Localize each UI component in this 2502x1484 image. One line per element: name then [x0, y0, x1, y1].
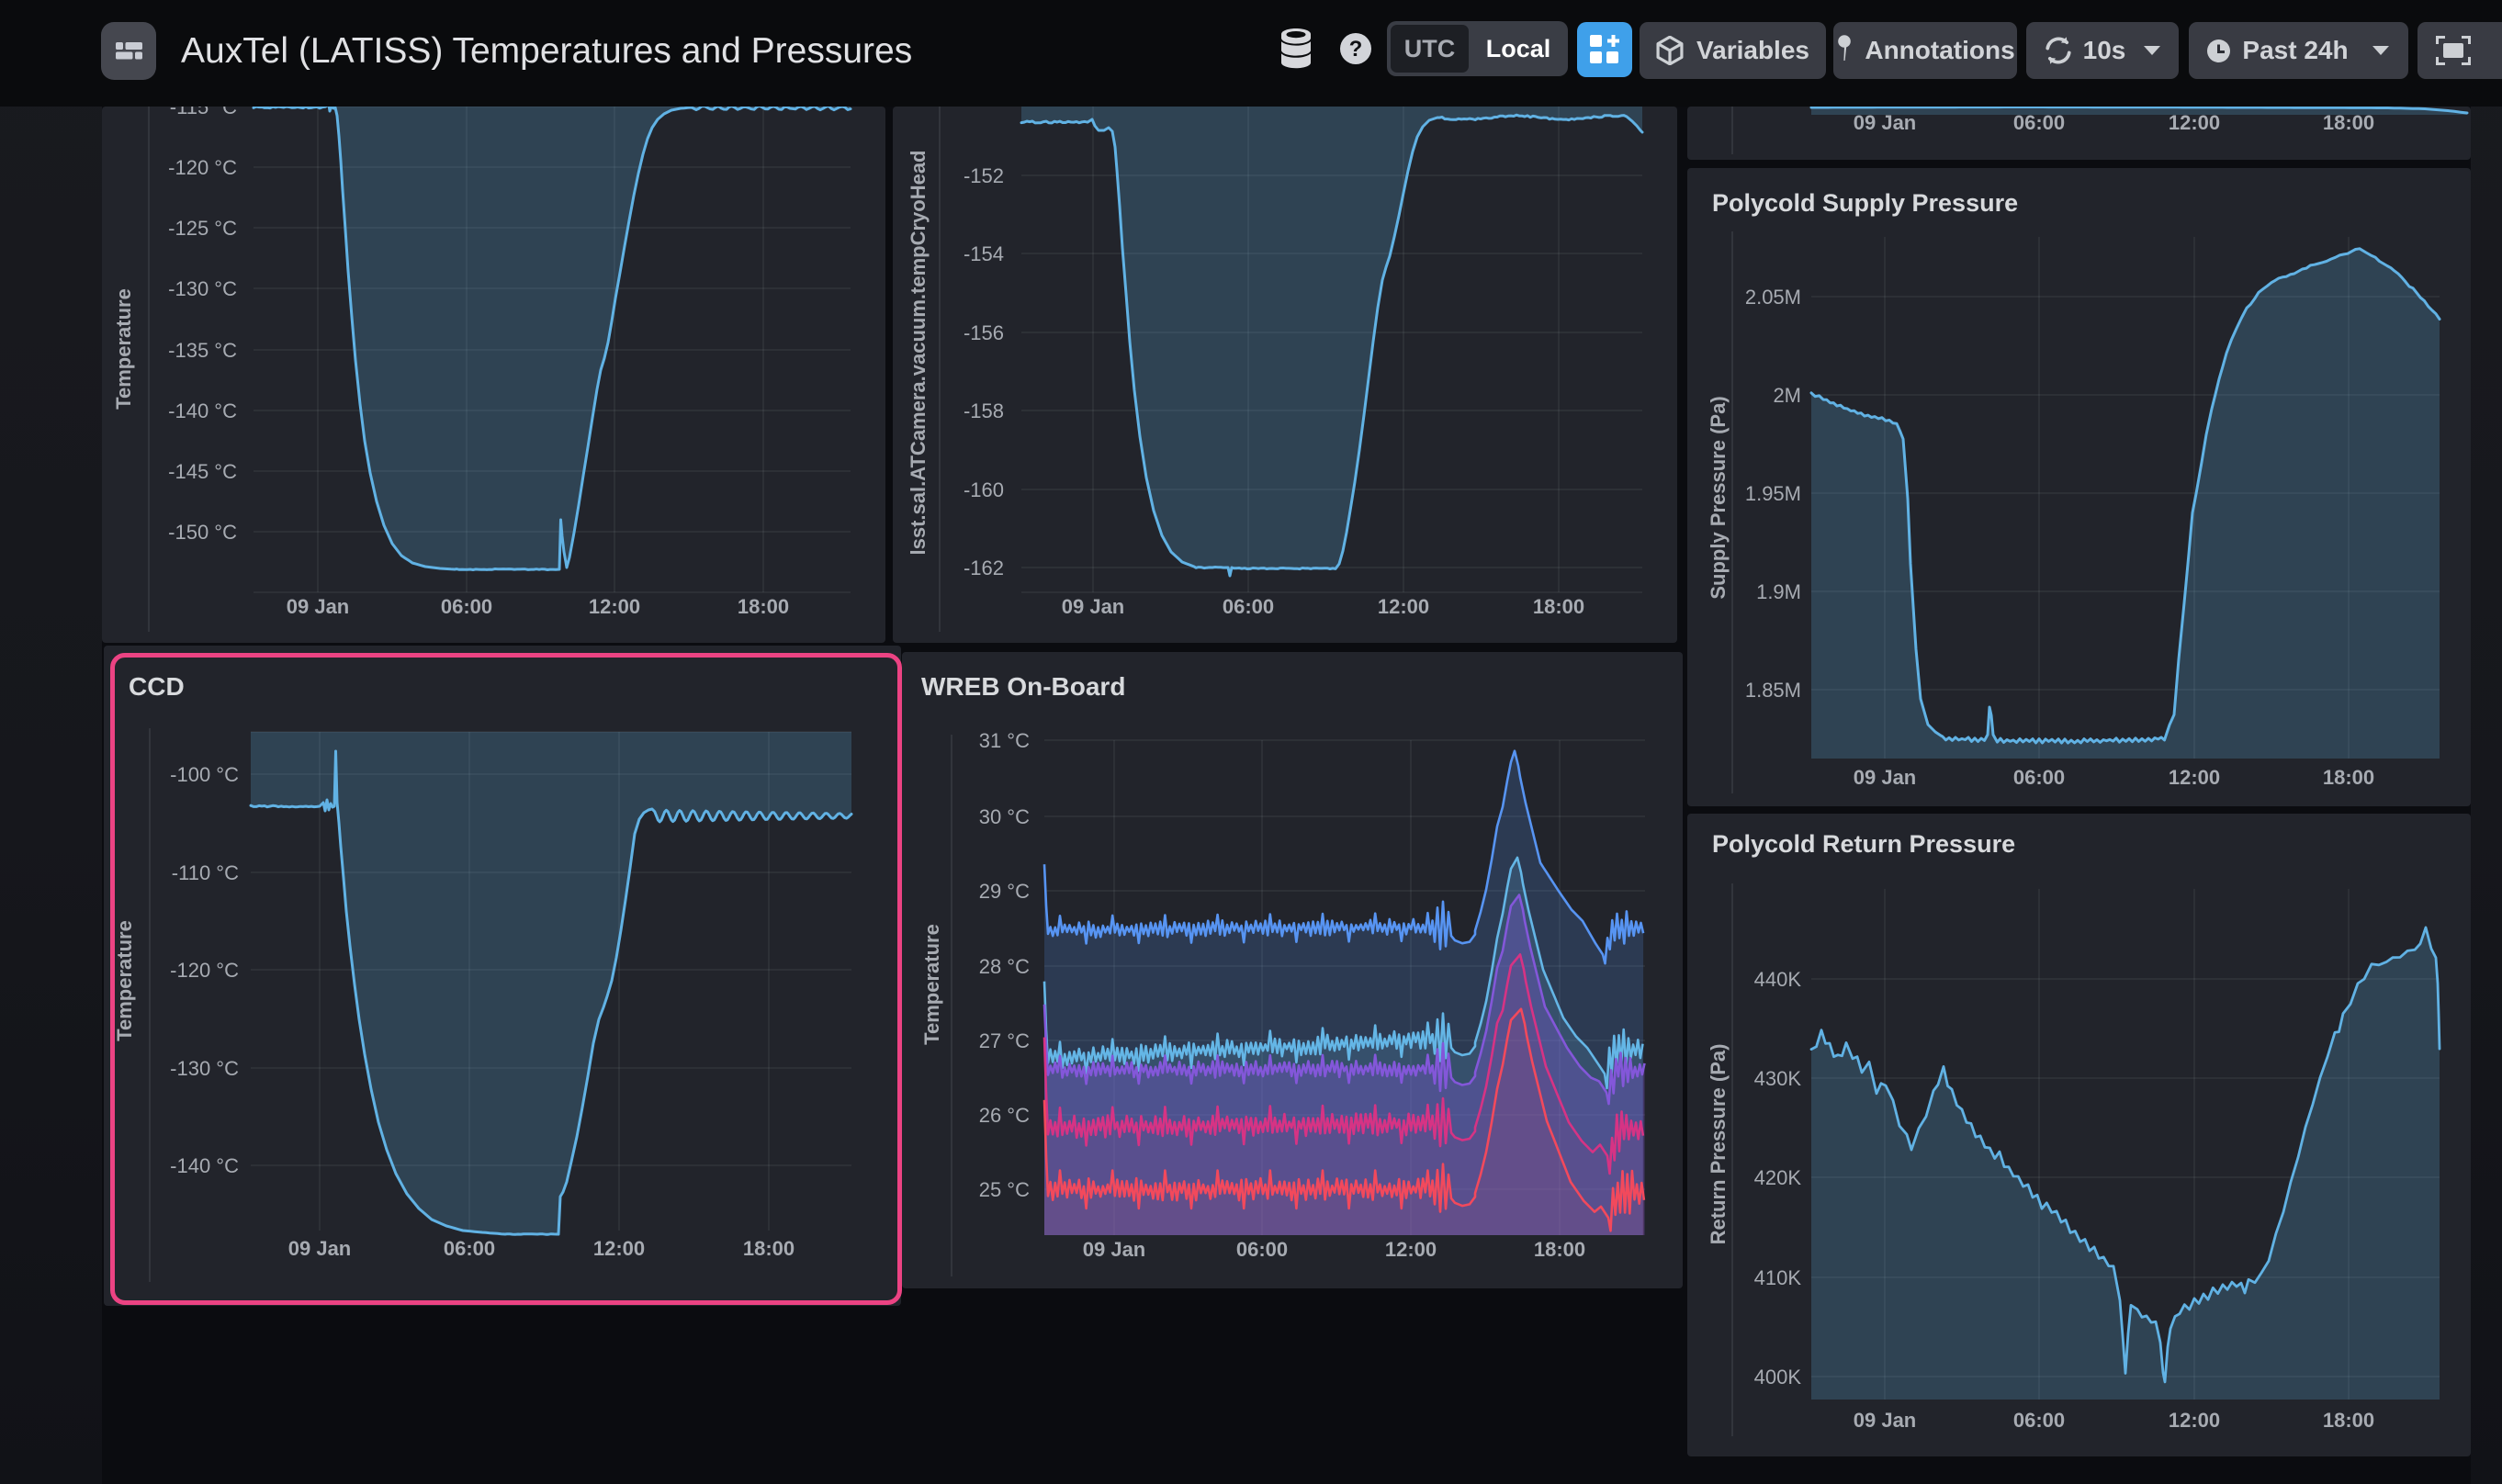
- svg-text:430K: 430K: [1754, 1067, 1802, 1090]
- svg-text:12:00: 12:00: [589, 595, 640, 618]
- svg-text:1.85M: 1.85M: [1745, 679, 1801, 702]
- svg-text:31 °C: 31 °C: [979, 729, 1030, 752]
- svg-text:06:00: 06:00: [1236, 1238, 1288, 1261]
- svg-text:-152: -152: [964, 164, 1004, 187]
- svg-text:-140 °C: -140 °C: [168, 399, 237, 422]
- svg-text:420K: 420K: [1754, 1166, 1802, 1189]
- svg-text:26 °C: 26 °C: [979, 1104, 1030, 1127]
- svg-text:-162: -162: [964, 556, 1004, 579]
- svg-text:06:00: 06:00: [2013, 1409, 2065, 1432]
- svg-text:lsst.sal.ATCamera.vacuum.tempC: lsst.sal.ATCamera.vacuum.tempCryoHead: [907, 151, 930, 556]
- svg-text:09 Jan: 09 Jan: [1062, 595, 1125, 618]
- svg-text:Polycold Supply Pressure: Polycold Supply Pressure: [1712, 189, 2018, 217]
- svg-text:12:00: 12:00: [1385, 1238, 1437, 1261]
- svg-text:-115 °C: -115 °C: [170, 107, 237, 118]
- svg-text:06:00: 06:00: [2013, 766, 2065, 789]
- svg-text:30 °C: 30 °C: [979, 805, 1030, 828]
- svg-text:2.05M: 2.05M: [1745, 286, 1801, 309]
- svg-text:-156: -156: [964, 321, 1004, 344]
- svg-text:Temperature: Temperature: [112, 288, 135, 410]
- svg-text:-120 °C: -120 °C: [168, 156, 237, 179]
- svg-text:18:00: 18:00: [1534, 1238, 1585, 1261]
- svg-text:12:00: 12:00: [2169, 1409, 2220, 1432]
- svg-text:18:00: 18:00: [2323, 766, 2374, 789]
- svg-text:Temperature: Temperature: [920, 924, 943, 1045]
- svg-text:18:00: 18:00: [738, 595, 789, 618]
- svg-text:18:00: 18:00: [1533, 595, 1584, 618]
- svg-text:09 Jan: 09 Jan: [287, 595, 350, 618]
- svg-text:-150 °C: -150 °C: [168, 521, 237, 544]
- svg-text:06:00: 06:00: [1223, 595, 1274, 618]
- svg-text:25 °C: 25 °C: [979, 1178, 1030, 1201]
- svg-text:09 Jan: 09 Jan: [1854, 1409, 1917, 1432]
- svg-text:12:00: 12:00: [1378, 595, 1429, 618]
- svg-text:29 °C: 29 °C: [979, 880, 1030, 903]
- svg-text:Return Pressure (Pa): Return Pressure (Pa): [1707, 1044, 1730, 1245]
- svg-text:440K: 440K: [1754, 968, 1802, 991]
- svg-text:28 °C: 28 °C: [979, 955, 1030, 978]
- svg-text:09 Jan: 09 Jan: [1083, 1238, 1146, 1261]
- svg-text:-160: -160: [964, 478, 1004, 501]
- svg-text:1.95M: 1.95M: [1745, 482, 1801, 505]
- svg-text:WREB On-Board: WREB On-Board: [921, 672, 1125, 701]
- svg-text:-135 °C: -135 °C: [168, 339, 237, 362]
- svg-text:12:00: 12:00: [2169, 766, 2220, 789]
- svg-text:2M: 2M: [1773, 384, 1801, 407]
- svg-text:410K: 410K: [1754, 1266, 1802, 1289]
- svg-text:1.9M: 1.9M: [1756, 580, 1801, 603]
- svg-text:27 °C: 27 °C: [979, 1029, 1030, 1052]
- svg-text:18:00: 18:00: [2323, 1409, 2374, 1432]
- svg-text:Polycold Return Pressure: Polycold Return Pressure: [1712, 830, 2015, 858]
- svg-text:06:00: 06:00: [441, 595, 492, 618]
- svg-text:-154: -154: [964, 242, 1004, 265]
- svg-text:-125 °C: -125 °C: [168, 217, 237, 240]
- svg-text:-145 °C: -145 °C: [168, 460, 237, 483]
- svg-text:-158: -158: [964, 399, 1004, 422]
- svg-text:-130 °C: -130 °C: [168, 277, 237, 300]
- svg-text:09 Jan: 09 Jan: [1854, 766, 1917, 789]
- svg-text:400K: 400K: [1754, 1366, 1802, 1388]
- svg-text:Supply Pressure (Pa): Supply Pressure (Pa): [1707, 396, 1730, 599]
